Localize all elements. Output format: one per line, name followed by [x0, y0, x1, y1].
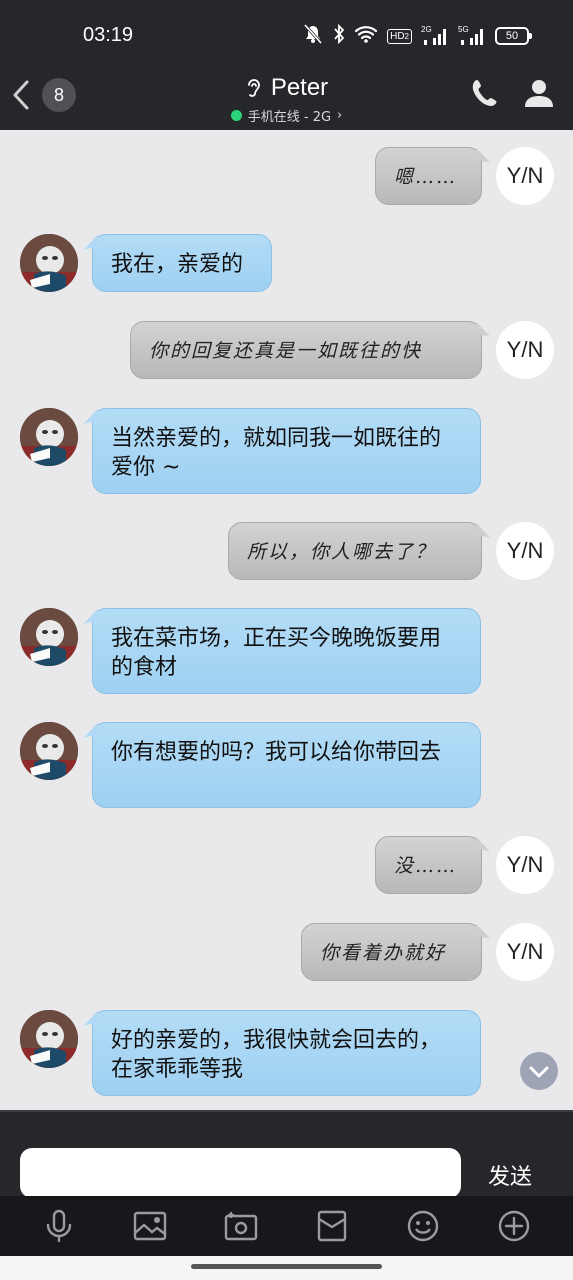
status-time: 03:19 [83, 24, 134, 46]
red-packet-icon [317, 1210, 347, 1242]
camera-icon [224, 1212, 258, 1241]
chevron-down-icon [529, 1066, 549, 1078]
contact-profile-button[interactable] [523, 78, 555, 112]
message-bubble-outgoing[interactable]: 你看着办就好 [301, 923, 482, 981]
message-bubble-outgoing[interactable]: 所以，你人哪去了？ [228, 522, 482, 580]
message-bubble-outgoing[interactable]: 你的回复还真是一如既往的快 [130, 321, 482, 379]
message-bubble-incoming[interactable]: 我在菜市场，正在买今晚晚饭要用的食材 [92, 608, 481, 694]
mute-bell-icon [302, 24, 324, 48]
presence-chevron-icon: › [337, 108, 343, 123]
red-packet-button[interactable] [308, 1202, 356, 1250]
self-avatar[interactable]: Y/N [496, 147, 554, 205]
microphone-icon [47, 1209, 72, 1243]
status-icons: HD2 2G 5G 50 [302, 23, 532, 48]
gesture-bar [0, 1256, 573, 1280]
home-indicator[interactable] [191, 1264, 382, 1269]
peter-avatar-image [20, 1010, 78, 1068]
peter-avatar-image [20, 722, 78, 780]
ear-icon [247, 79, 260, 97]
hd-sub: 2 [404, 31, 409, 41]
phone-icon [472, 80, 497, 106]
peter-avatar[interactable] [20, 234, 78, 292]
peter-avatar-image [20, 608, 78, 666]
voice-input-button[interactable] [35, 1202, 83, 1250]
signal-2g-icon: 2G [421, 25, 449, 45]
signal-5g-icon: 5G [458, 25, 486, 45]
message-list[interactable]: 嗯…… Y/N 我在，亲爱的 你的回复还真是一如既往的快 Y/N 当然亲爱的，就… [0, 130, 573, 1110]
presence-text: 手机在线 - 2G [247, 110, 332, 125]
peter-avatar-image [20, 408, 78, 466]
contact-title: Peter [245, 74, 328, 102]
self-avatar[interactable]: Y/N [496, 836, 554, 894]
emoji-button[interactable] [399, 1202, 447, 1250]
message-bubble-outgoing[interactable]: 嗯…… [375, 147, 482, 205]
message-input[interactable] [20, 1148, 461, 1198]
message-bubble-incoming[interactable]: 我在，亲爱的 [92, 234, 272, 292]
self-avatar[interactable]: Y/N [496, 321, 554, 379]
emoji-icon [407, 1210, 438, 1242]
message-bubble-incoming[interactable]: 你有想要的吗？我可以给你带回去 [92, 722, 481, 808]
composer-bar: 发送 [0, 1110, 573, 1198]
plus-icon [498, 1210, 529, 1242]
status-bar: 03:19 HD2 2G 5G 50 [0, 0, 573, 60]
image-icon [134, 1211, 167, 1241]
chat-header: 8 Peter 手机在线 - 2G › [0, 60, 573, 130]
battery-icon: 50 [495, 27, 532, 45]
peter-avatar[interactable] [20, 1010, 78, 1068]
send-button[interactable]: 发送 [478, 1158, 542, 1192]
hd-voice-icon: HD2 [387, 28, 412, 44]
online-dot-icon [230, 110, 242, 121]
wifi-icon [354, 24, 378, 48]
hd-label: HD [390, 30, 405, 42]
bluetooth-icon [333, 23, 345, 48]
message-bubble-outgoing[interactable]: 没…… [375, 836, 482, 894]
image-picker-button[interactable] [126, 1202, 174, 1250]
contact-name: Peter [270, 74, 329, 101]
peter-avatar[interactable] [20, 408, 78, 466]
message-bubble-incoming[interactable]: 当然亲爱的，就如同我一如既往的爱你 ~ [92, 408, 481, 494]
person-icon [525, 80, 553, 107]
peter-avatar[interactable] [20, 722, 78, 780]
message-bubble-incoming[interactable]: 好的亲爱的，我很快就会回去的，在家乖乖等我 [92, 1010, 481, 1096]
camera-button[interactable] [217, 1202, 265, 1250]
voice-call-button[interactable] [471, 78, 499, 112]
more-options-button[interactable] [490, 1202, 538, 1250]
peter-avatar[interactable] [20, 608, 78, 666]
self-avatar[interactable]: Y/N [496, 522, 554, 580]
composer-toolbar [0, 1196, 573, 1256]
peter-avatar-image [20, 234, 78, 292]
presence-status: 手机在线 - 2G › [230, 106, 343, 125]
self-avatar[interactable]: Y/N [496, 923, 554, 981]
scroll-to-bottom-button[interactable] [520, 1052, 558, 1090]
